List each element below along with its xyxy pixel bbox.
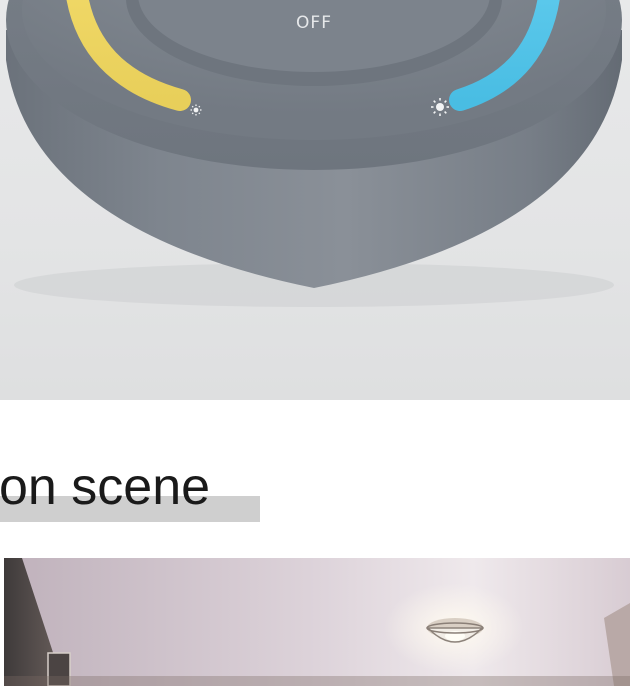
ceiling bbox=[4, 558, 630, 686]
off-label: OFF bbox=[296, 13, 332, 33]
section-heading: on scene bbox=[0, 452, 630, 532]
bottom-edge-shade bbox=[4, 676, 630, 686]
room-illustration bbox=[4, 558, 630, 686]
heading-text: on scene bbox=[0, 458, 211, 516]
room-photo bbox=[4, 558, 630, 686]
remote-dimmer-illustration bbox=[6, 0, 622, 307]
product-image: OFF bbox=[0, 0, 630, 400]
